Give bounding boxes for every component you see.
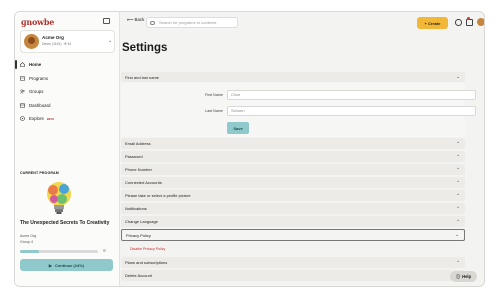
sidebar-item-label: Dashboard: [29, 102, 51, 108]
sidebar-item-dashboard[interactable]: Dashboard: [15, 99, 120, 113]
collapse-sidebar-icon[interactable]: [103, 18, 110, 24]
chevron-up-icon: ⌃: [456, 166, 460, 172]
chevron-up-icon: ⌃: [456, 192, 460, 198]
section-name-header[interactable]: First and last name ⌄: [121, 72, 465, 82]
chevron-up-icon: ⌃: [456, 259, 460, 265]
sidebar-item-label: Groups: [29, 89, 44, 95]
chevron-up-icon: ⌃: [456, 205, 460, 211]
explore-icon: [20, 116, 25, 122]
org-name: Acme Org: [42, 35, 64, 40]
current-program-label: CURRENT PROGRAM: [20, 171, 59, 175]
brand-logo[interactable]: ɡnowbe: [21, 17, 54, 27]
play-icon: ▶: [48, 262, 52, 268]
sidebar-item-label: Programs: [29, 75, 49, 81]
sidebar-item-groups[interactable]: Groups: [15, 85, 120, 99]
sidebar-item-programs[interactable]: Programs: [15, 72, 120, 86]
dashboard-icon: [20, 102, 25, 108]
home-icon: [20, 62, 25, 68]
sidebar-nav: Home Programs Groups Dashboard Explore B…: [15, 58, 120, 126]
app-window: ɡnowbe Acme Org Demo (1161) · ₴ 34 ⌄ Hom…: [14, 11, 485, 287]
section-delete-account[interactable]: Delete Account ⌃: [121, 270, 465, 281]
user-avatar[interactable]: [477, 18, 484, 26]
program-org: Acme Org: [20, 234, 37, 238]
search-placeholder: Search for programs or contents: [159, 20, 217, 25]
first-name-input[interactable]: Circe: [227, 90, 476, 100]
chevron-up-icon: ⌃: [456, 140, 460, 146]
section-plans[interactable]: Plans and subscriptions ⌃: [121, 257, 465, 268]
section-label: Phone Number: [125, 167, 152, 172]
save-button[interactable]: Save: [227, 122, 249, 134]
section-label: Email Address: [125, 141, 151, 146]
help-circle-icon[interactable]: [455, 19, 462, 26]
section-profile-picture[interactable]: Please take or select a profile picture …: [121, 190, 465, 201]
chevron-down-icon: ⌄: [108, 38, 113, 44]
back-button[interactable]: ⟵ Back: [127, 17, 144, 23]
back-label: Back: [134, 17, 145, 22]
disable-privacy-link[interactable]: Disable Privacy Policy: [130, 247, 165, 251]
section-notifications[interactable]: Notifications ⌃: [121, 203, 465, 214]
first-name-label: First Name: [204, 93, 223, 97]
search-icon: [150, 20, 155, 25]
program-progress-bar: [20, 250, 98, 253]
section-phone[interactable]: Phone Number ⌃: [121, 164, 465, 175]
sidebar-item-explore[interactable]: Explore BETA: [15, 112, 120, 126]
help-label: Help: [462, 274, 472, 279]
section-label: Password: [125, 154, 143, 159]
help-button[interactable]: ⓘ Help: [450, 271, 477, 282]
section-label: Change Language: [125, 219, 158, 224]
last-name-label: Last Name: [205, 109, 223, 113]
sidebar: ɡnowbe Acme Org Demo (1161) · ₴ 34 ⌄ Hom…: [15, 12, 120, 286]
lightbulb-illustration: [47, 182, 71, 214]
section-connected-accounts[interactable]: Connected Accounts ⌃: [121, 177, 465, 188]
section-label: Connected Accounts: [125, 180, 162, 185]
org-avatar: [24, 34, 39, 49]
section-privacy-policy[interactable]: Privacy Policy ⌄: [121, 229, 465, 241]
continue-button[interactable]: ▶ Continue (24%): [20, 259, 113, 271]
sidebar-item-label: Explore: [29, 116, 44, 122]
last-name-input[interactable]: Schoen: [227, 106, 476, 116]
section-label: Please take or select a profile picture: [125, 193, 191, 198]
progress-list-icon[interactable]: ≡: [103, 248, 106, 254]
section-label: First and last name: [125, 74, 160, 80]
section-label: Delete Account: [125, 273, 152, 278]
create-button[interactable]: + Create: [417, 17, 448, 29]
sidebar-item-label: Home: [29, 62, 42, 68]
programs-icon: [20, 75, 25, 81]
program-progress-fill: [20, 250, 39, 253]
beta-badge: BETA: [46, 116, 55, 121]
org-switcher[interactable]: Acme Org Demo (1161) · ₴ 34 ⌄: [20, 30, 115, 53]
section-label: Privacy Policy: [126, 232, 151, 238]
program-title[interactable]: The Unexpected Secrets To Creativity: [20, 220, 115, 226]
search-input[interactable]: Search for programs or contents: [146, 17, 238, 28]
chevron-up-icon: ⌃: [456, 218, 460, 224]
sidebar-item-home[interactable]: Home: [15, 58, 120, 72]
chevron-up-icon: ⌃: [456, 179, 460, 185]
question-icon: ⓘ: [455, 273, 461, 279]
page-title: Settings: [122, 42, 168, 54]
main-content: ⟵ Back Search for programs or contents +…: [120, 12, 484, 286]
chevron-down-icon: ⌄: [456, 74, 460, 79]
groups-icon: [20, 89, 25, 94]
section-label: Notifications: [125, 206, 147, 211]
program-group: Group 4: [20, 240, 33, 244]
chevron-up-icon: ⌃: [456, 153, 460, 159]
arrow-left-icon: ⟵: [127, 17, 134, 22]
section-label: Plans and subscriptions: [125, 260, 168, 265]
continue-label: Continue (24%): [54, 262, 85, 268]
section-password[interactable]: Password ⌃: [121, 151, 465, 162]
chat-icon[interactable]: [466, 19, 473, 26]
notification-dot: [467, 17, 470, 20]
section-email[interactable]: Email Address ⌃: [121, 138, 465, 149]
chevron-down-icon: ⌄: [455, 232, 459, 237]
section-language[interactable]: Change Language ⌃: [121, 216, 465, 227]
org-meta: Demo (1161) · ₴ 34: [42, 42, 72, 46]
